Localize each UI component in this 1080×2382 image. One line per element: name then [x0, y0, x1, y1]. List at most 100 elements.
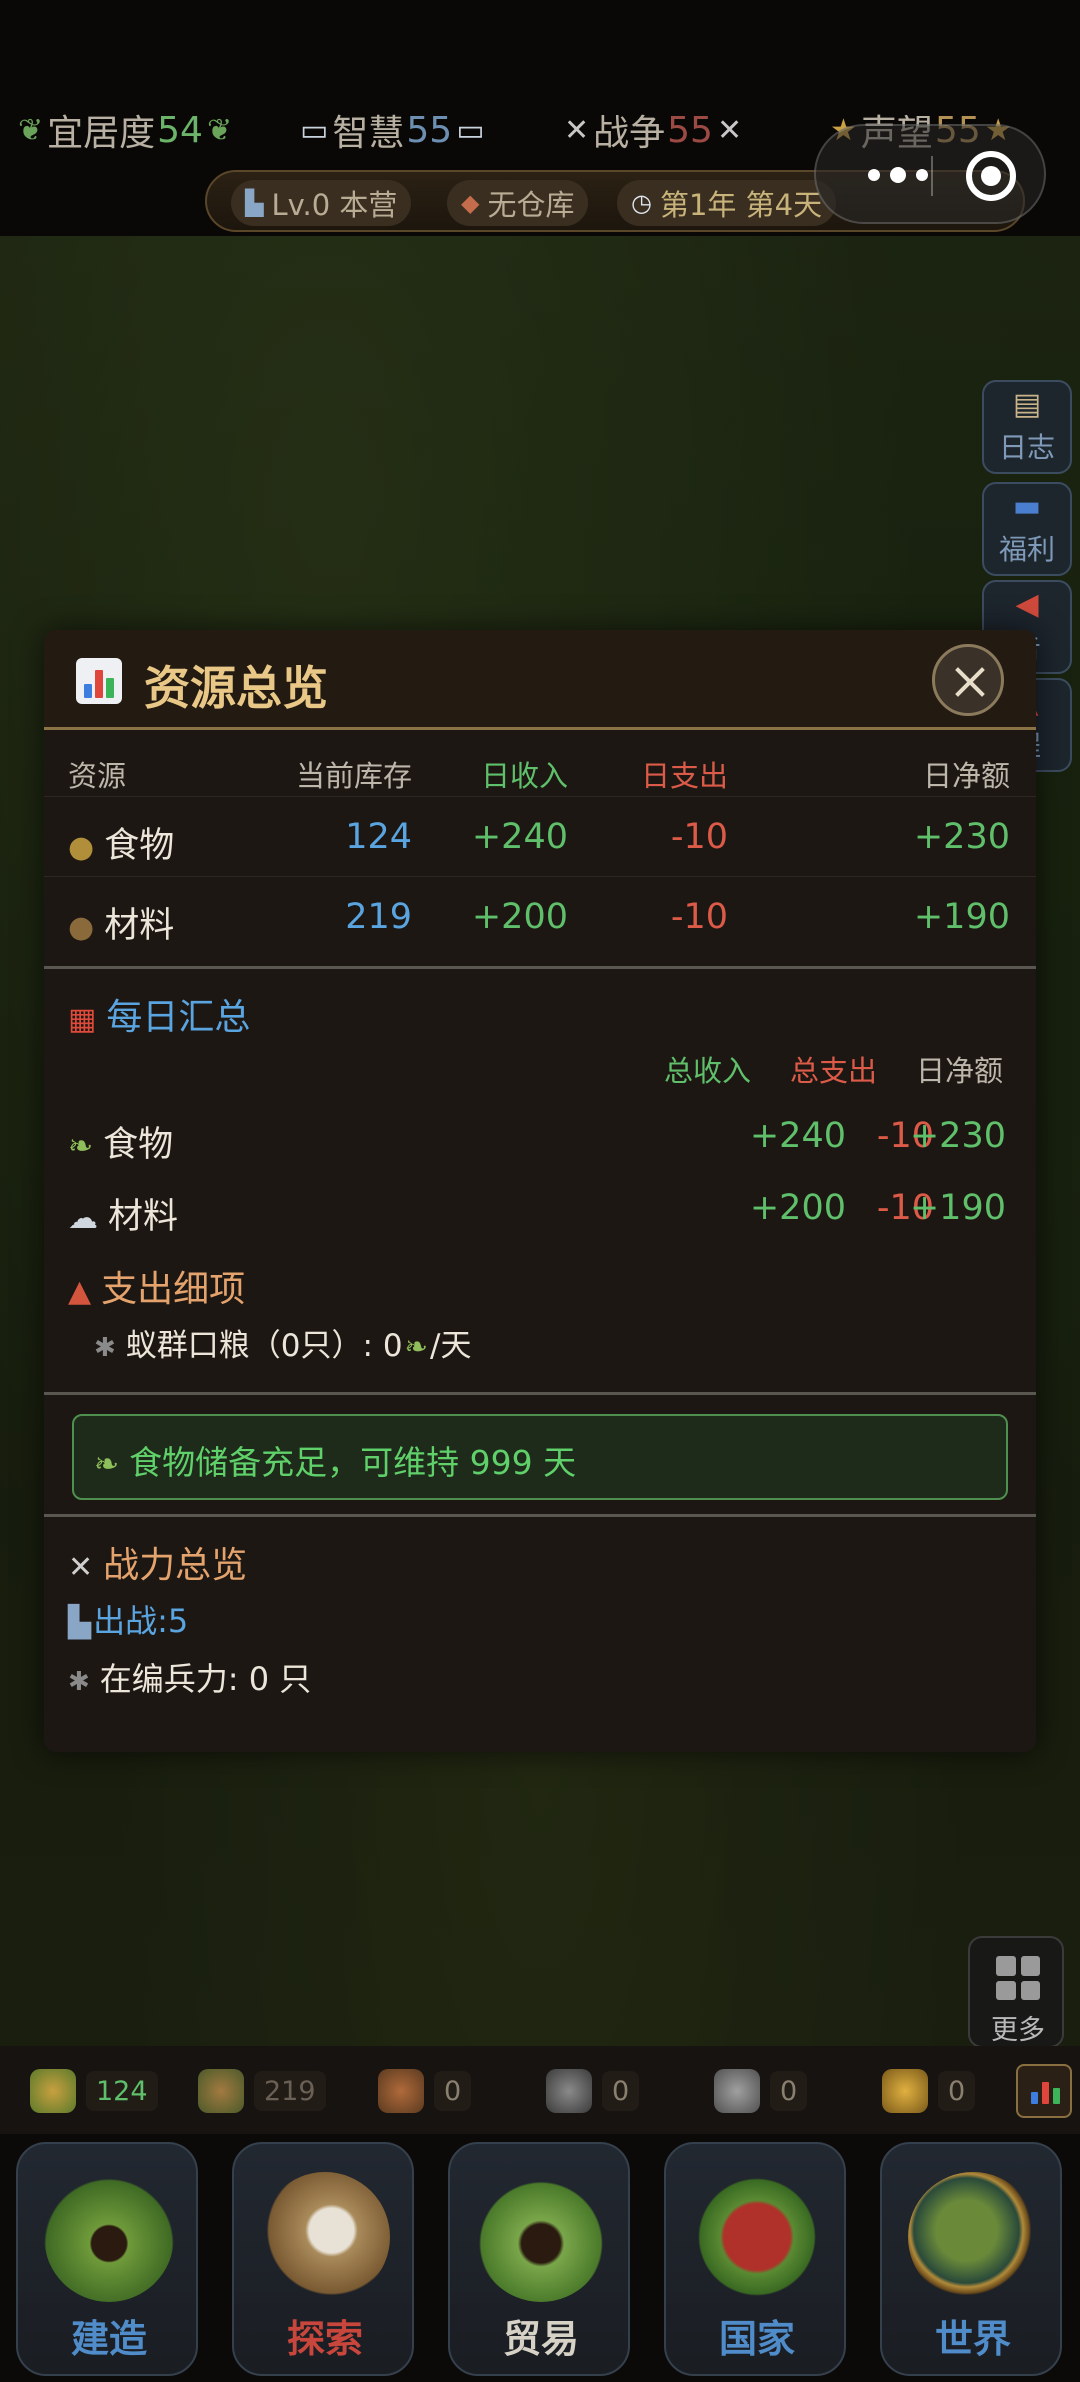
more-button[interactable]: 更多: [968, 1936, 1064, 2048]
box-icon: ◆: [461, 189, 480, 217]
tab-trade[interactable]: 贸易: [448, 2142, 630, 2376]
tab-label: 国家: [718, 2317, 795, 2361]
close-button[interactable]: [932, 644, 1004, 716]
summary-income: +240: [749, 1116, 846, 1156]
table-row: ● 食物 124 +240 -10 +230: [44, 796, 1036, 876]
leaf-icon: ❧: [404, 1330, 429, 1363]
clock-icon: ◷: [631, 189, 652, 217]
header-resource: 资源: [68, 759, 127, 793]
troops-text: 在编兵力: 0 只: [99, 1660, 312, 1698]
calendar-icon: ▦: [68, 1002, 97, 1037]
summary-header-expense: 总支出: [790, 1054, 878, 1088]
ant-leaf-icon: [44, 2172, 174, 2302]
grid-icon: [996, 1956, 1040, 2000]
resource-stone[interactable]: 0: [546, 2066, 640, 2116]
tab-label: 探索: [286, 2317, 363, 2361]
income-value: +200: [471, 897, 568, 937]
stat-label: 智慧: [332, 113, 405, 154]
stat-value: 55: [667, 109, 713, 151]
tab-explore[interactable]: 探索: [232, 2142, 414, 2376]
wood-icon: ●: [68, 910, 95, 945]
modal-title: 资源总览: [144, 661, 328, 715]
cloud-icon: ☁: [68, 1201, 98, 1236]
capsule-divider: [931, 156, 933, 196]
food-icon: [30, 2069, 76, 2113]
outbox-icon: ▲: [68, 1274, 92, 1309]
stat-wisdom[interactable]: ▭ 智慧 55 ▭: [296, 102, 489, 158]
notice-content: ❧ 食物储备充足，可维持 999 天: [94, 1436, 576, 1484]
side-button-label: 福利: [998, 533, 1055, 566]
combat-title-text: 战力总览: [103, 1545, 248, 1586]
summary-header-income: 总收入: [664, 1054, 752, 1088]
megaphone-icon: ◀: [1015, 587, 1039, 622]
warehouse-pill[interactable]: ◆ 无仓库: [447, 180, 589, 226]
modal-header: 资源总览: [44, 630, 1036, 730]
leaf-icon: ❦: [18, 112, 44, 148]
summary-income: +200: [749, 1188, 846, 1228]
tab-world[interactable]: 世界: [880, 2142, 1062, 2376]
miniprogram-capsule: [814, 124, 1046, 224]
tab-label: 世界: [934, 2317, 1011, 2361]
castle-icon: ▙: [245, 189, 264, 217]
side-button-welfare[interactable]: ▬ 福利: [982, 482, 1072, 576]
section-divider: [44, 1514, 1036, 1517]
side-button-log[interactable]: ▤ 日志: [982, 380, 1072, 474]
ration-text: 蚁群口粮（0只）: 0: [125, 1328, 403, 1364]
scroll-icon: ▤: [1012, 387, 1042, 422]
deploy-line: ▙出战:5: [68, 1596, 188, 1642]
leaf-icon: ❦: [206, 112, 233, 148]
expense-detail-title: ▲ 支出细项: [68, 1260, 245, 1312]
book-icon: ▭: [300, 112, 329, 148]
close-miniprogram-button[interactable]: [966, 151, 1016, 201]
wood-icon: [198, 2069, 244, 2113]
tab-label: 建造: [70, 2317, 147, 2361]
summary-net: +190: [909, 1188, 1006, 1228]
resource-overview-modal: 资源总览 资源 当前库存 日收入 日支出 日净额 ● 食物 124 +240 -1…: [44, 630, 1036, 1752]
notice-text: 食物储备充足，可维持 999 天: [129, 1443, 577, 1482]
combat-title: ✕ 战力总览: [68, 1536, 247, 1588]
header-stock: 当前库存: [295, 759, 412, 793]
castle-icon: ▙: [68, 1605, 92, 1640]
resource-material[interactable]: 219: [198, 2066, 326, 2116]
crossed-swords-icon: ✕: [564, 112, 590, 148]
more-label: 更多: [991, 2015, 1045, 2046]
resource-name-cell: ● 材料: [68, 897, 174, 948]
book-icon: ▭: [456, 112, 485, 148]
net-value: +190: [913, 897, 1010, 937]
summary-net: +230: [909, 1116, 1006, 1156]
summary-header-net: 日净额: [916, 1054, 1004, 1088]
stat-war[interactable]: ✕ 战争 55 ✕: [560, 102, 746, 158]
magnifier-icon: [260, 2172, 390, 2302]
resource-iron[interactable]: 0: [714, 2066, 808, 2116]
expense-value: -10: [670, 897, 728, 937]
tab-build[interactable]: 建造: [16, 2142, 198, 2376]
side-button-label: 日志: [998, 431, 1055, 464]
crossed-swords-icon: ✕: [716, 112, 743, 148]
expense-detail-line: ✱ 蚁群口粮（0只）: 0❧/天: [94, 1320, 471, 1365]
resource-food[interactable]: 124: [30, 2066, 158, 2116]
stat-habitability[interactable]: ❦ 宜居度 54 ❦: [14, 102, 236, 158]
crossed-swords-icon: ✕: [68, 1550, 94, 1585]
resource-overview-button[interactable]: [1016, 2064, 1072, 2118]
troops-line: ✱ 在编兵力: 0 只: [68, 1654, 311, 1700]
resource-name-cell: ● 食物: [68, 817, 174, 868]
stat-label: 宜居度: [47, 113, 156, 154]
base-level-pill[interactable]: ▙ Lv.0 本营: [231, 180, 412, 226]
section-divider: [44, 966, 1036, 969]
stone-icon: [546, 2069, 592, 2113]
resource-table-header: 资源 当前库存 日收入 日支出 日净额: [44, 733, 1036, 805]
date-pill[interactable]: ◷ 第1年 第4天: [617, 180, 837, 226]
net-value: +230: [913, 817, 1010, 857]
resource-name: 材料: [104, 906, 175, 946]
income-value: +240: [471, 817, 568, 857]
more-options-button[interactable]: [868, 152, 928, 198]
header-net: 日净额: [922, 759, 1010, 793]
resource-gold[interactable]: 0: [882, 2066, 976, 2116]
summary-name: 材料: [108, 1197, 179, 1237]
resource-value: 0: [602, 2071, 640, 2111]
daily-summary-title: ▦ 每日汇总: [68, 988, 250, 1040]
tab-nation[interactable]: 国家: [664, 2142, 846, 2376]
expense-detail-text: 支出细项: [101, 1269, 246, 1310]
gift-icon: ▬: [1012, 489, 1042, 524]
resource-ore[interactable]: 0: [378, 2066, 472, 2116]
